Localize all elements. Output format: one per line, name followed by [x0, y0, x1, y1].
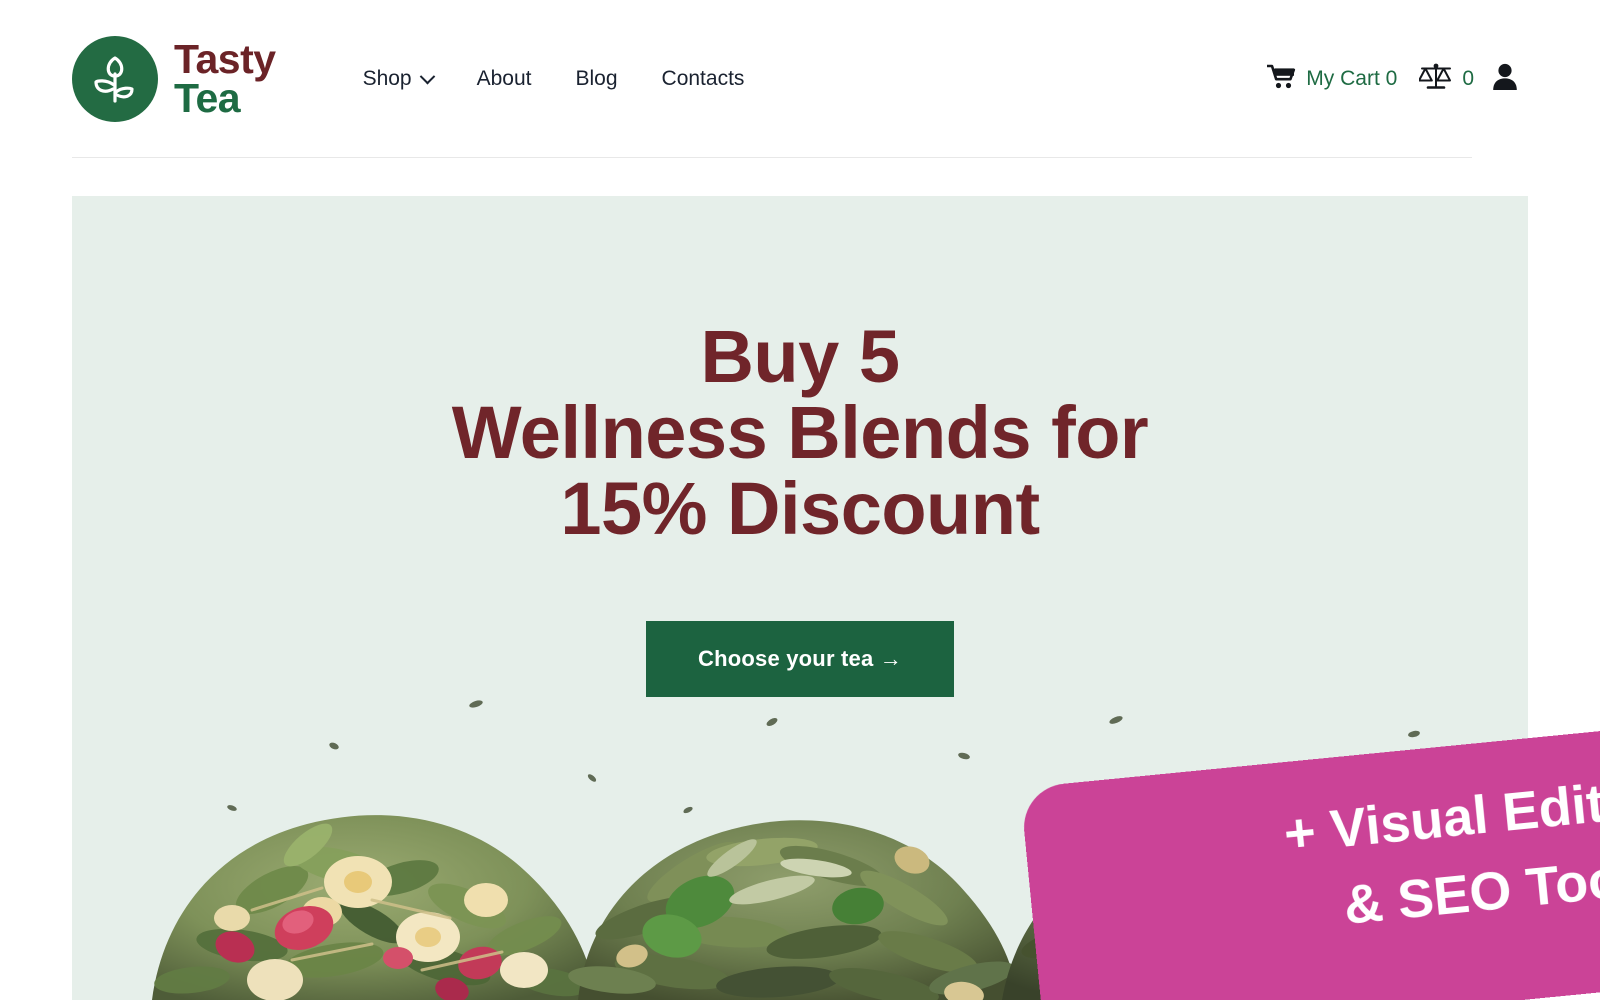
site-header: Tasty Tea Shop About Blog Contacts My Ca… — [0, 0, 1600, 159]
balance-scales-icon — [1418, 62, 1453, 97]
cart-button[interactable]: My Cart 0 — [1265, 64, 1398, 95]
sprout-leaf-icon — [72, 36, 158, 122]
hero-copy: Buy 5 Wellness Blends for 15% Discount C… — [72, 196, 1528, 697]
compare-count: 0 — [1462, 67, 1474, 90]
nav-item-about-label: About — [476, 67, 532, 90]
tea-pile-green-leaves — [568, 820, 1018, 1000]
hero-title: Buy 5 Wellness Blends for 15% Discount — [451, 315, 1149, 551]
main-navigation: Shop About Blog Contacts — [341, 67, 767, 91]
cart-label: My Cart 0 — [1306, 67, 1398, 90]
user-person-icon — [1492, 63, 1518, 96]
logo-word-tea: Tea — [174, 75, 241, 121]
header-divider — [72, 157, 1472, 158]
header-inner: Tasty Tea Shop About Blog Contacts My Ca… — [72, 0, 1528, 158]
site-logo[interactable]: Tasty Tea — [72, 36, 276, 122]
nav-item-blog[interactable]: Blog — [554, 67, 640, 91]
shopping-cart-icon — [1265, 64, 1297, 95]
choose-your-tea-button[interactable]: Choose your tea → — [646, 620, 954, 697]
nav-item-blog-label: Blog — [575, 67, 618, 90]
nav-item-contacts-label: Contacts — [661, 67, 745, 90]
chevron-down-icon — [419, 68, 435, 84]
logo-wordmark: Tasty Tea — [174, 35, 276, 121]
nav-item-shop[interactable]: Shop — [341, 67, 455, 91]
header-tools: My Cart 0 0 — [1265, 62, 1528, 97]
nav-item-about[interactable]: About — [455, 67, 554, 91]
tea-pile-herbal-blend — [152, 815, 596, 1000]
page-root: Tasty Tea Shop About Blog Contacts My Ca… — [0, 0, 1600, 1000]
account-button[interactable] — [1492, 63, 1518, 96]
nav-item-contacts[interactable]: Contacts — [640, 67, 767, 91]
compare-button[interactable]: 0 — [1418, 62, 1474, 97]
nav-item-shop-label: Shop — [362, 67, 412, 90]
logo-word-tasty: Tasty — [174, 35, 276, 82]
